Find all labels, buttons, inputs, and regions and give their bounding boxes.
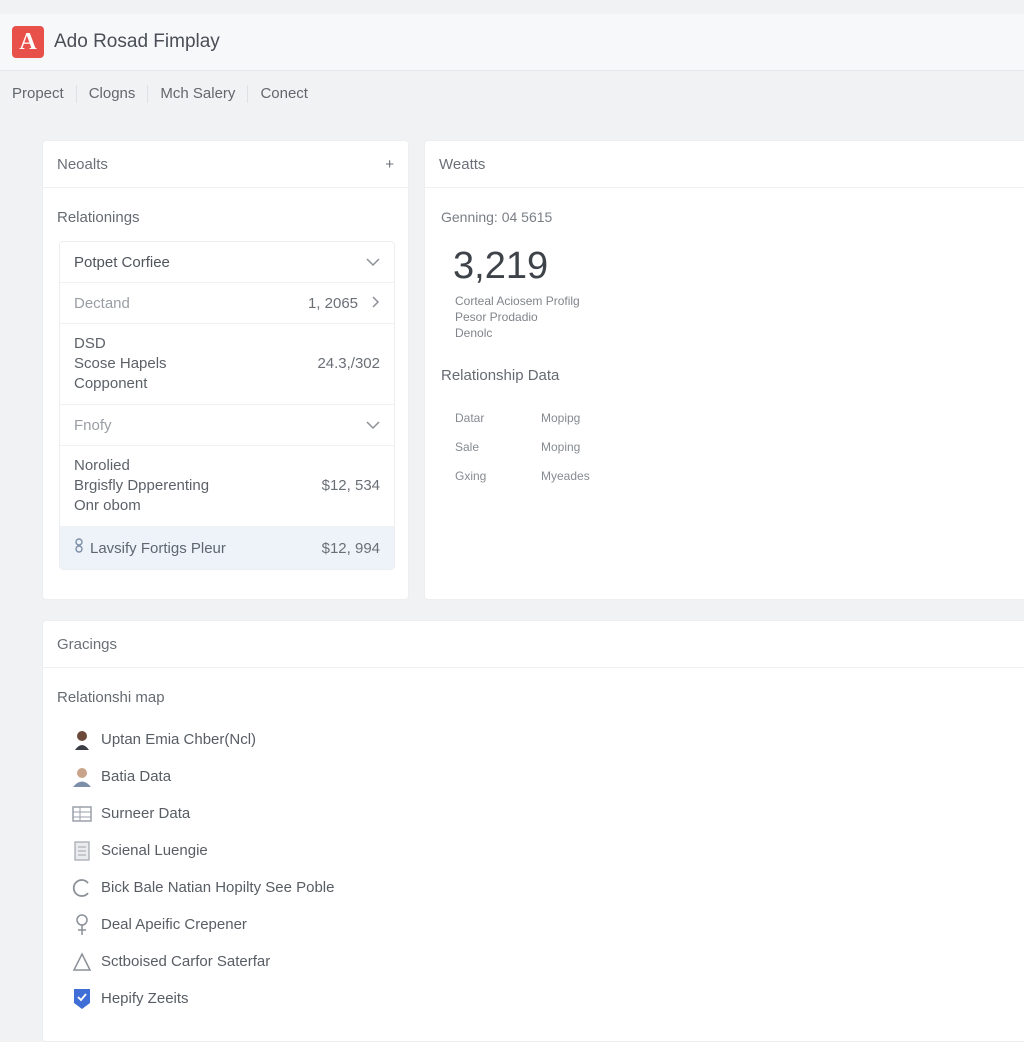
relationship-table: Datar Mopipg Sale Moping Gxing Myeades bbox=[455, 403, 590, 490]
right-panel-title: Weatts bbox=[439, 155, 486, 173]
list-item-label: Lavsify Fortigs Pleur bbox=[90, 539, 226, 557]
pin-icon bbox=[71, 913, 93, 936]
list-item[interactable]: Fnofy bbox=[60, 405, 394, 446]
bottom-panel-title: Gracings bbox=[57, 635, 118, 653]
left-panel-title: Neoalts bbox=[57, 155, 108, 173]
list-item-value: 24.3,/302 bbox=[317, 355, 380, 372]
list-item[interactable]: Hepify Zeeits bbox=[71, 980, 334, 1017]
refresh-icon bbox=[71, 877, 93, 899]
list-item-value: $12, 994 bbox=[321, 539, 380, 557]
list-item[interactable]: Surneer Data bbox=[71, 795, 334, 832]
gain-label: Genning: 04 5615 bbox=[441, 209, 553, 225]
table-row: Datar Mopipg bbox=[455, 410, 581, 425]
right-panel-header: Weatts bbox=[425, 141, 1024, 188]
select-value: Potpet Corfiee bbox=[74, 253, 170, 271]
badge-icon bbox=[71, 988, 93, 1010]
relationings-title: Relationings bbox=[57, 209, 140, 226]
list-item[interactable]: Dectand 1, 2065 bbox=[60, 283, 394, 324]
relationings-select[interactable]: Potpet Corfiee bbox=[60, 242, 394, 283]
grid-icon bbox=[71, 803, 93, 825]
relationship-map-list: Uptan Emia Chber(Ncl) Batia Data Surneer… bbox=[71, 721, 334, 1017]
menu-item-mch-salery[interactable]: Mch Salery bbox=[148, 85, 249, 103]
list-item-value: $12, 534 bbox=[321, 477, 380, 494]
list-item[interactable]: Scienal Luengie bbox=[71, 832, 334, 869]
menu-bar: Propect Clogns Mch Salery Conect bbox=[0, 76, 1024, 112]
chevron-right-icon bbox=[372, 295, 380, 311]
relationship-data-title: Relationship Data bbox=[441, 367, 560, 384]
list-item-value: 1, 2065 bbox=[307, 294, 358, 312]
metric-description: Corteal Aciosem Profilg Pesor Prodadio D… bbox=[455, 294, 580, 340]
shape-icon bbox=[71, 951, 93, 973]
left-panel: Neoalts + Relationings Potpet Corfiee De… bbox=[42, 140, 409, 600]
menu-item-propect[interactable]: Propect bbox=[0, 85, 77, 103]
list-item-label: Dectand bbox=[74, 294, 130, 312]
right-panel: Weatts Genning: 04 5615 3,219 Corteal Ac… bbox=[424, 140, 1024, 600]
big-number: 3,219 bbox=[453, 245, 549, 287]
relationings-list: Potpet Corfiee Dectand 1, 2065 DSD Scose… bbox=[59, 241, 395, 570]
table-row: Sale Moping bbox=[455, 439, 581, 454]
person-icon bbox=[71, 729, 93, 751]
document-icon bbox=[71, 840, 93, 862]
list-item[interactable]: DSD Scose Hapels Copponent 24.3,/302 bbox=[60, 324, 394, 405]
bottom-panel: Gracings Relationshi map Uptan Emia Chbe… bbox=[42, 620, 1024, 1042]
list-item[interactable]: Batia Data bbox=[71, 758, 334, 795]
list-item[interactable]: Uptan Emia Chber(Ncl) bbox=[71, 721, 334, 758]
list-item-label: Fnofy bbox=[74, 416, 112, 434]
chevron-down-icon bbox=[366, 417, 380, 433]
left-panel-header: Neoalts + bbox=[43, 141, 408, 188]
table-row: Gxing Myeades bbox=[455, 468, 590, 483]
app-title: Ado Rosad Fimplay bbox=[54, 31, 220, 52]
list-item[interactable]: Sctboised Carfor Saterfar bbox=[71, 943, 334, 980]
user-icon bbox=[71, 766, 93, 788]
list-item[interactable]: Bick Bale Natian Hopilty See Poble bbox=[71, 869, 334, 906]
relationship-map-title: Relationshi map bbox=[57, 689, 165, 706]
list-item-selected[interactable]: Lavsify Fortigs Pleur $12, 994 bbox=[60, 527, 394, 569]
title-bar: A Ado Rosad Fimplay bbox=[0, 14, 1024, 71]
chevron-down-icon bbox=[366, 254, 380, 270]
list-item[interactable]: Norolied Brgisfly Dpperenting Onr obom $… bbox=[60, 446, 394, 527]
menu-item-clogns[interactable]: Clogns bbox=[77, 85, 149, 103]
menu-item-conect[interactable]: Conect bbox=[248, 85, 320, 103]
list-item-label: DSD Scose Hapels Copponent bbox=[74, 335, 167, 392]
app-logo: A bbox=[12, 26, 44, 58]
add-icon[interactable]: + bbox=[385, 156, 394, 173]
tag-icon bbox=[74, 538, 84, 558]
bottom-panel-header: Gracings bbox=[43, 621, 1024, 668]
list-item[interactable]: Deal Apeific Crepener bbox=[71, 906, 334, 943]
list-item-label: Norolied Brgisfly Dpperenting Onr obom bbox=[74, 457, 210, 514]
